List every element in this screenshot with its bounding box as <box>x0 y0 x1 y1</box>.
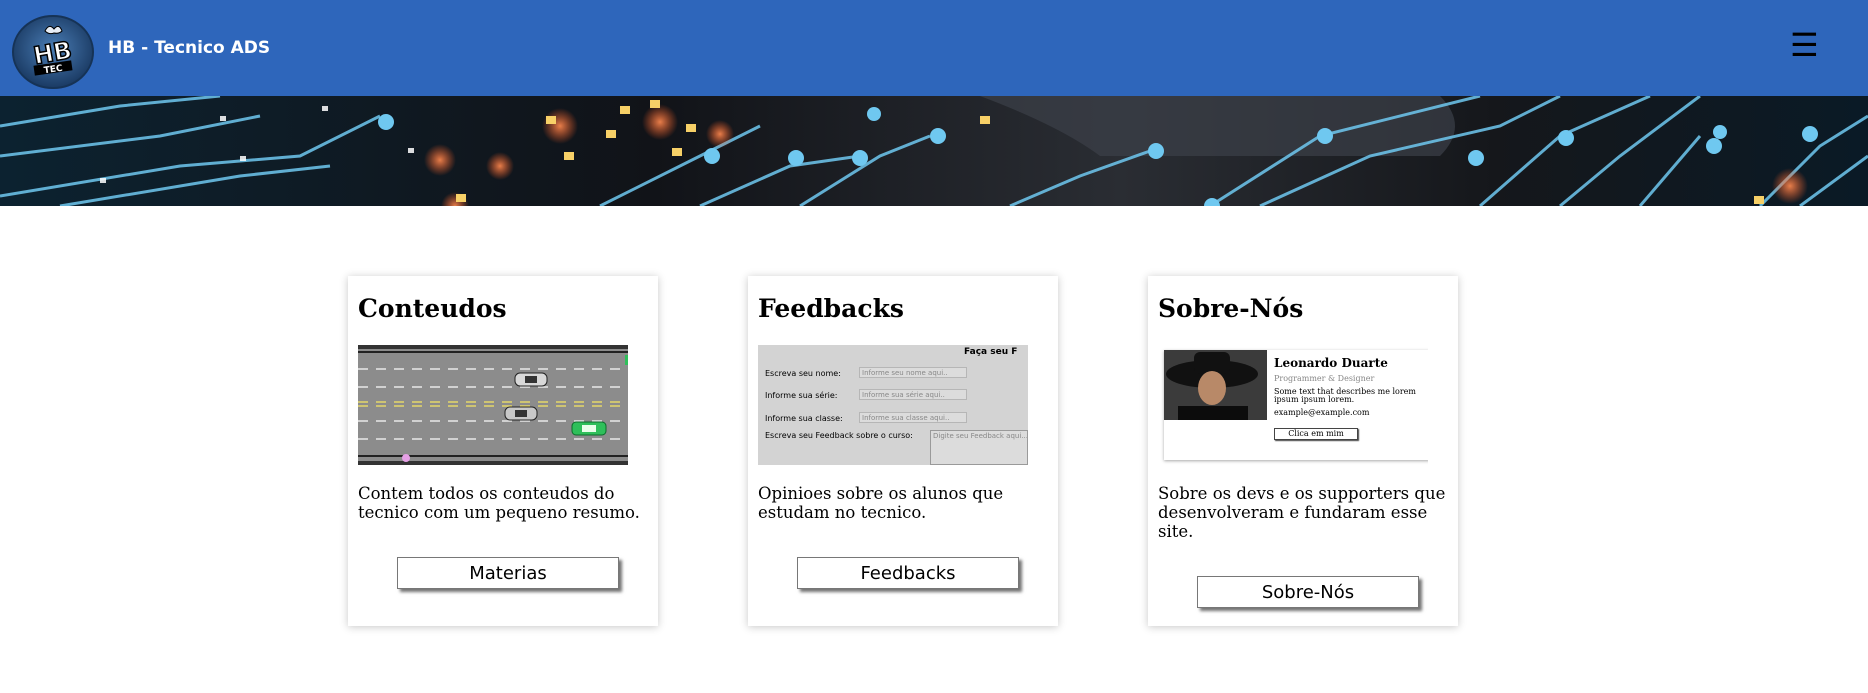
top-navbar: HB TEC HB - Tecnico ADS ☰ <box>0 0 1868 96</box>
preview-textarea: Digite seu Feedback aqui... <box>930 430 1028 465</box>
profile-email: example@example.com <box>1274 408 1370 417</box>
card-title: Sobre-Nós <box>1158 294 1304 323</box>
preview-label: Informe sua classe: <box>765 414 843 423</box>
profile-role: Programmer & Designer <box>1274 374 1375 383</box>
about-profile-preview-image: Leonardo Duarte Programmer & Designer So… <box>1158 345 1428 465</box>
materias-button[interactable]: Materias <box>397 557 619 589</box>
preview-input: Informe seu nome aqui.. <box>859 367 967 378</box>
profile-name: Leonardo Duarte <box>1274 356 1388 370</box>
sobre-nos-button[interactable]: Sobre-Nós <box>1197 576 1419 608</box>
hamburger-icon[interactable]: ☰ <box>1790 29 1819 61</box>
card-description: Contem todos os conteudos do tecnico com… <box>358 484 640 522</box>
preview-label: Escreva seu Feedback sobre o curso: <box>765 431 913 440</box>
profile-button: Clica em mim <box>1274 428 1358 440</box>
card-title: Conteudos <box>358 294 507 323</box>
card-feedbacks: Feedbacks Faça seu F Escreva seu nome: I… <box>748 276 1058 626</box>
feedback-form-preview-image: Faça seu F Escreva seu nome: Informe seu… <box>758 345 1028 465</box>
hero-banner-image <box>0 96 1868 206</box>
card-title: Feedbacks <box>758 294 904 323</box>
profile-text: Some text that describes me lorem ipsum … <box>1274 387 1416 404</box>
preview-form-title: Faça seu F <box>964 347 1018 357</box>
preview-input: Informe sua série aqui.. <box>859 389 967 400</box>
feedbacks-button[interactable]: Feedbacks <box>797 557 1019 589</box>
preview-label: Escreva seu nome: <box>765 369 841 378</box>
road-game-preview-image <box>358 345 628 465</box>
card-sobre-nos: Sobre-Nós Leonardo Duarte Programmer & D… <box>1148 276 1458 626</box>
preview-input: Informe sua classe aqui.. <box>859 412 967 423</box>
site-title: HB - Tecnico ADS <box>108 38 271 58</box>
preview-label: Informe sua série: <box>765 391 838 400</box>
site-logo[interactable]: HB TEC <box>12 15 94 89</box>
card-conteudos: Conteudos Contem todos os conteudos do t… <box>348 276 658 626</box>
profile-photo <box>1164 350 1267 420</box>
card-description: Sobre os devs e os supporters que desenv… <box>1158 484 1446 541</box>
card-description: Opinioes sobre os alunos que estudam no … <box>758 484 1004 522</box>
